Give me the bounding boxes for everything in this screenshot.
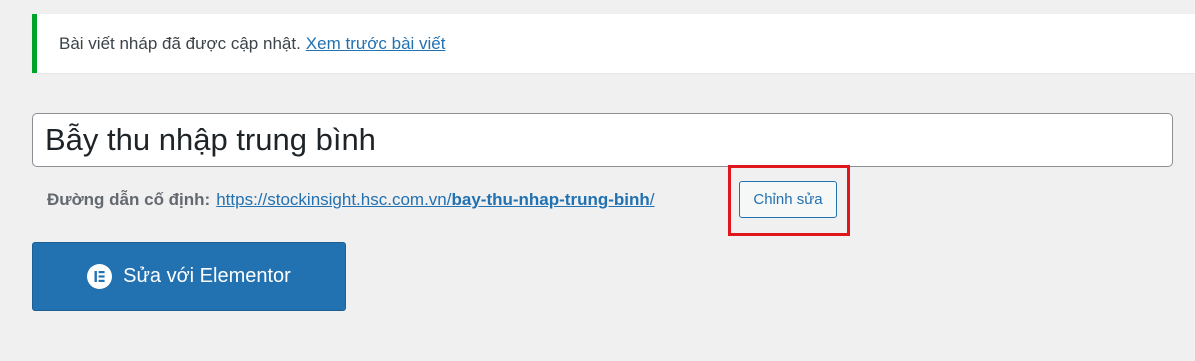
update-notice: Bài viết nháp đã được cập nhật. Xem trướ…: [32, 14, 1195, 73]
edit-with-elementor-button[interactable]: Sửa với Elementor: [32, 242, 346, 311]
permalink-base-url: https://stockinsight.hsc.com.vn/: [216, 190, 452, 209]
permalink-trailing-slash: /: [649, 190, 655, 209]
preview-post-link[interactable]: Xem trước bài viết: [306, 34, 446, 54]
permalink-url-link[interactable]: https://stockinsight.hsc.com.vn/bay-thu-…: [216, 190, 654, 210]
elementor-button-label: Sửa với Elementor: [123, 265, 291, 287]
permalink-slug: bay-thu-nhap-trung-binh: [451, 190, 650, 209]
permalink-row: Đường dẫn cố định: https://stockinsight.…: [47, 181, 655, 219]
post-title-input[interactable]: [32, 113, 1173, 167]
notice-message: Bài viết nháp đã được cập nhật.: [59, 33, 301, 53]
elementor-icon: [87, 264, 113, 289]
edit-permalink-button[interactable]: Chỉnh sửa: [739, 181, 837, 218]
permalink-label: Đường dẫn cố định:: [47, 190, 211, 209]
